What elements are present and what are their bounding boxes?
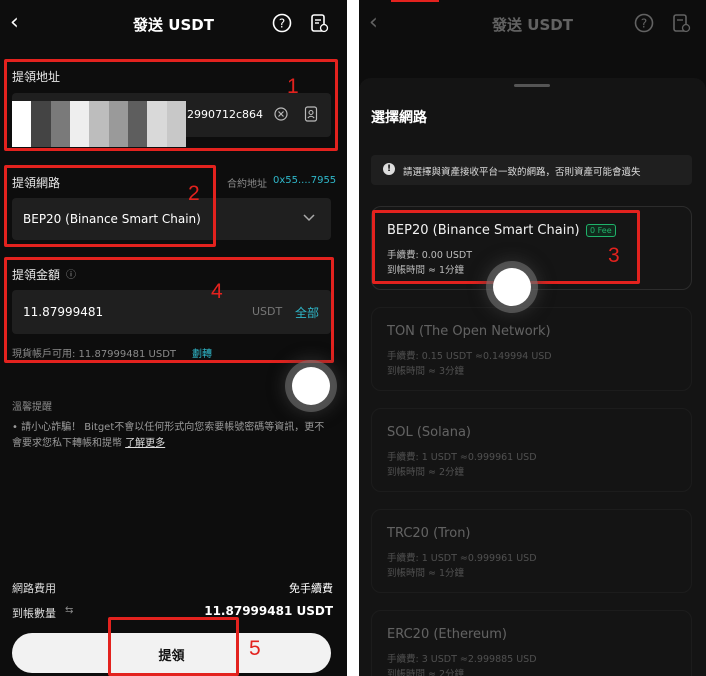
- network-option-ton[interactable]: TON (The Open Network) 手續費: 0.15 USDT ≈0…: [371, 307, 692, 391]
- svg-text:?: ?: [279, 17, 285, 31]
- network-fee-value: 免手續費: [289, 582, 333, 595]
- tips-text-block: • 請小心詐騙！ Bitget不會以任何形式向您索要帳號密碼等資訊，更不會要求您…: [12, 420, 334, 452]
- header: ‹ 發送 USDT ?: [0, 0, 347, 48]
- network-fee: 手續費: 3 USDT ≈2.999885 USD: [387, 654, 537, 665]
- sheet-drag-handle[interactable]: [514, 84, 550, 87]
- network-name: ERC20 (Ethereum): [387, 627, 508, 642]
- svg-text:?: ?: [641, 17, 647, 31]
- touch-indicator: [292, 367, 330, 405]
- touch-indicator: [493, 268, 531, 306]
- network-select-screen: ‹ 發送 USDT ? 選擇網路 ! 請選擇與資產接收平台一致的網路，否則資產可…: [359, 0, 706, 676]
- network-name: TON (The Open Network): [387, 324, 551, 339]
- annotation-box-2: [4, 165, 216, 247]
- annotation-number-3: 3: [608, 244, 620, 267]
- chevron-down-icon: [303, 214, 315, 222]
- learn-more-link[interactable]: 了解更多: [125, 438, 165, 449]
- network-bottom-sheet: 選擇網路 ! 請選擇與資產接收平台一致的網路，否則資產可能會遺失 BEP20 (…: [359, 78, 706, 676]
- contract-label: 合約地址: [227, 179, 267, 190]
- warning-icon: !: [383, 163, 395, 175]
- annotation-box-5: [108, 617, 239, 676]
- network-name: TRC20 (Tron): [387, 526, 471, 541]
- history-icon: [673, 14, 691, 33]
- network-fee-label: 網路費用: [12, 582, 56, 595]
- network-fee: 手續費: 0.15 USDT ≈0.149994 USD: [387, 351, 552, 362]
- page-title: 發送 USDT: [133, 16, 214, 34]
- warning-banner: ! 請選擇與資產接收平台一致的網路，否則資產可能會遺失: [371, 155, 692, 185]
- receive-amount-label: 到帳數量: [12, 607, 56, 620]
- receive-amount-value: 11.87999481 USDT: [204, 604, 333, 618]
- network-arrival-time: 到帳時間 ≈ 1分鐘: [387, 568, 465, 579]
- history-icon[interactable]: [309, 13, 329, 33]
- network-fee: 手續費: 1 USDT ≈0.999961 USD: [387, 452, 537, 463]
- tips-text: • 請小心詐騙！ Bitget不會以任何形式向您索要帳號密碼等資訊，更不會要求您…: [12, 422, 325, 449]
- help-icon: ?: [634, 13, 654, 33]
- network-option-sol[interactable]: SOL (Solana) 手續費: 1 USDT ≈0.999961 USD 到…: [371, 408, 692, 492]
- annotation-number-2: 2: [188, 182, 200, 205]
- annotation-box-4: [4, 257, 334, 363]
- network-arrival-time: 到帳時間 ≈ 2分鐘: [387, 669, 465, 676]
- network-name: SOL (Solana): [387, 425, 471, 440]
- network-option-trc20[interactable]: TRC20 (Tron) 手續費: 1 USDT ≈0.999961 USD 到…: [371, 509, 692, 593]
- contract-address-link[interactable]: 0x55....7955: [273, 175, 336, 186]
- annotation-number-5: 5: [249, 637, 261, 660]
- warning-text: 請選擇與資產接收平台一致的網路，否則資產可能會遺失: [403, 167, 641, 178]
- network-option-erc20[interactable]: ERC20 (Ethereum) 手續費: 3 USDT ≈2.999885 U…: [371, 610, 692, 676]
- annotation-number-1: 1: [287, 75, 299, 98]
- swap-icon: ⇆: [65, 605, 74, 616]
- help-icon[interactable]: ?: [272, 13, 292, 33]
- annotation-box-1: [4, 59, 338, 151]
- withdraw-screen: ‹ 發送 USDT ? 提領地址 2990712c864 1 提領網路 合約地址…: [0, 0, 347, 676]
- network-arrival-time: 到帳時間 ≈ 2分鐘: [387, 467, 465, 478]
- header-dimmed: ‹ 發送 USDT ?: [359, 0, 706, 48]
- network-fee: 手續費: 1 USDT ≈0.999961 USD: [387, 553, 537, 564]
- network-arrival-time: 到帳時間 ≈ 3分鐘: [387, 366, 465, 377]
- sheet-title: 選擇網路: [371, 110, 427, 126]
- annotation-number-4: 4: [211, 280, 223, 303]
- tips-title: 溫馨提醒: [12, 402, 52, 413]
